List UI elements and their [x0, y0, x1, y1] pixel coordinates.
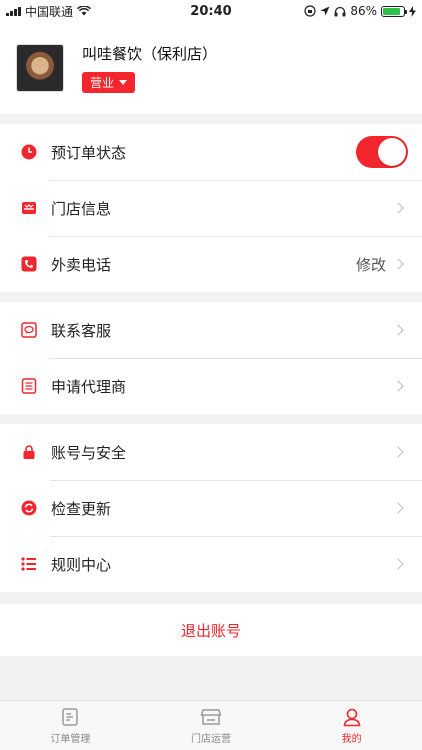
charging-icon: [409, 5, 416, 17]
row-store-info[interactable]: 门店信息: [0, 180, 422, 236]
row-preorder-status: 预订单状态: [0, 124, 422, 180]
settings-section-account: 账号与安全 检查更新 规则中心: [0, 424, 422, 592]
store-header: 叫哇餐饮（保利店） 营业: [0, 22, 422, 114]
delivery-phone-modify: 修改: [355, 255, 386, 274]
store-status-dropdown[interactable]: 营业: [82, 72, 136, 93]
chevron-right-icon: [392, 258, 404, 270]
tab-mine[interactable]: 我的: [281, 701, 422, 750]
row-customer-service[interactable]: 联系客服: [0, 302, 422, 358]
lock-icon: [20, 443, 38, 461]
phone-icon: [20, 255, 38, 273]
list-icon: [20, 555, 38, 573]
tab-store-ops[interactable]: 门店运营: [141, 701, 282, 750]
store-status-label: 营业: [90, 76, 115, 90]
tab-store-ops-label: 门店运营: [191, 733, 231, 745]
store-info-label: 门店信息: [51, 199, 112, 218]
tab-orders-label: 订单管理: [50, 733, 91, 745]
battery-icon: [381, 5, 407, 17]
row-apply-agent[interactable]: 申请代理商: [0, 358, 422, 414]
store-info-icon: [20, 199, 38, 217]
tab-bar: 订单管理 门店运营 我的: [0, 700, 422, 750]
store-logo-image: [16, 44, 64, 92]
logout-button[interactable]: 退出账号: [0, 604, 422, 656]
preorder-status-label: 预订单状态: [51, 143, 127, 162]
headphones-icon: [334, 6, 346, 16]
caret-down-icon: [119, 80, 128, 85]
row-account-security[interactable]: 账号与安全: [0, 424, 422, 480]
store-name: 叫哇餐饮（保利店）: [82, 45, 218, 63]
customer-service-label: 联系客服: [51, 321, 112, 340]
preorder-status-toggle[interactable]: [356, 136, 408, 168]
signal-icon: [6, 6, 21, 16]
chevron-right-icon: [392, 380, 404, 392]
order-icon: [62, 707, 79, 726]
rules-center-label: 规则中心: [51, 555, 112, 574]
chevron-right-icon: [392, 558, 404, 570]
status-bar: 中国联通 20:40 86%: [0, 0, 422, 22]
chevron-right-icon: [392, 202, 404, 214]
document-icon: [20, 377, 38, 395]
refresh-icon: [20, 499, 38, 517]
profile-icon: [343, 708, 361, 726]
row-delivery-phone[interactable]: 外卖电话 修改: [0, 236, 422, 292]
settings-section-store: 预订单状态 门店信息 外卖电话 修改: [0, 124, 422, 292]
apply-agent-label: 申请代理商: [51, 377, 127, 396]
row-rules-center[interactable]: 规则中心: [0, 536, 422, 592]
wifi-icon: [77, 6, 92, 16]
check-update-label: 检查更新: [51, 499, 112, 518]
location-icon: [320, 6, 330, 16]
tab-orders[interactable]: 订单管理: [0, 701, 141, 750]
carrier-label: 中国联通: [25, 4, 74, 19]
lock-rotation-icon: [304, 5, 316, 17]
chat-icon: [20, 321, 38, 339]
chevron-right-icon: [392, 446, 404, 458]
chevron-right-icon: [392, 324, 404, 336]
row-check-update[interactable]: 检查更新: [0, 480, 422, 536]
chevron-right-icon: [392, 502, 404, 514]
tab-mine-label: 我的: [341, 733, 362, 745]
clock-icon: [20, 143, 38, 161]
store-icon: [200, 708, 222, 725]
settings-section-support: 联系客服 申请代理商: [0, 302, 422, 414]
account-security-label: 账号与安全: [51, 443, 127, 462]
delivery-phone-label: 外卖电话: [51, 255, 112, 274]
battery-percent: 86%: [350, 4, 377, 18]
